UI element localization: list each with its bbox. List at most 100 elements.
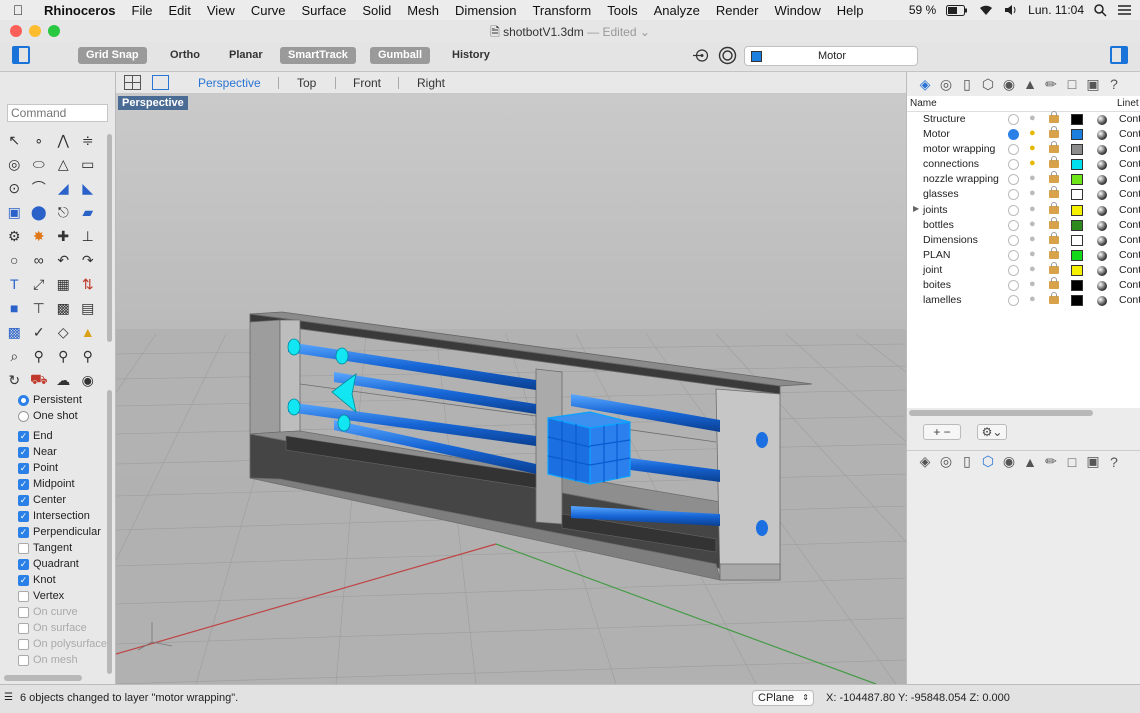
monitor-icon[interactable]: ▣ bbox=[1085, 76, 1101, 93]
camera-icon[interactable]: ◉ bbox=[1001, 76, 1017, 93]
layer-color-swatch[interactable] bbox=[1071, 295, 1083, 307]
material-icon[interactable] bbox=[1097, 235, 1107, 246]
layer-row[interactable]: ▶ joints ● Cont bbox=[907, 201, 1140, 218]
layer-linetype[interactable]: Cont bbox=[1119, 113, 1140, 125]
help-icon[interactable]: ? bbox=[1106, 76, 1122, 92]
layer-color-swatch[interactable] bbox=[1071, 159, 1083, 171]
planar-toggle[interactable]: Planar bbox=[221, 47, 271, 64]
osnap-scrollbar[interactable] bbox=[107, 390, 112, 674]
tab-top[interactable]: Top bbox=[297, 76, 316, 90]
layer-linetype[interactable]: Cont bbox=[1119, 234, 1140, 246]
camera-tool-icon[interactable]: ◉ bbox=[76, 368, 101, 392]
column-linetype[interactable]: Linet bbox=[1117, 98, 1139, 109]
layer-linetype[interactable]: Cont bbox=[1119, 173, 1140, 185]
split-tool-icon[interactable]: ⊥ bbox=[76, 224, 101, 248]
current-layer-radio[interactable] bbox=[1008, 295, 1019, 307]
current-layer-radio[interactable] bbox=[1008, 234, 1019, 246]
layers-icon[interactable]: ◈ bbox=[917, 453, 933, 470]
layer-row[interactable]: connections ● Cont bbox=[907, 156, 1140, 172]
layer-table-hscrollbar[interactable] bbox=[909, 410, 1093, 416]
move-tool-icon[interactable]: ⤢ bbox=[27, 272, 52, 296]
object-icon[interactable]: ⬡ bbox=[980, 76, 996, 93]
lightbulb-icon[interactable]: ● bbox=[1029, 112, 1036, 124]
material-icon[interactable] bbox=[1097, 265, 1107, 276]
ellipse-tool-icon[interactable]: ⬭ bbox=[27, 152, 52, 176]
check-tool-icon[interactable]: ✓ bbox=[27, 320, 52, 344]
extend-tool-icon[interactable]: ↷ bbox=[76, 248, 101, 272]
layer-color-swatch[interactable] bbox=[1071, 249, 1083, 261]
layer-linetype[interactable]: Cont bbox=[1119, 294, 1140, 306]
rectangle-tool-icon[interactable]: ▭ bbox=[76, 152, 101, 176]
viewport-canvas[interactable] bbox=[116, 94, 906, 684]
osnap-item[interactable]: Tangent bbox=[0, 540, 112, 556]
lightbulb-icon[interactable]: ● bbox=[1029, 233, 1036, 245]
lock-icon[interactable] bbox=[1049, 246, 1059, 259]
add-remove-layer-buttons[interactable]: + − bbox=[923, 424, 961, 440]
layer-linetype[interactable]: Cont bbox=[1119, 249, 1140, 261]
join-tool-icon[interactable]: ∞ bbox=[27, 248, 52, 272]
material-icon[interactable] bbox=[1097, 160, 1107, 171]
box-tool-icon[interactable]: ▣ bbox=[2, 200, 27, 224]
lightbulb-icon[interactable]: ● bbox=[1029, 263, 1036, 275]
render-icon[interactable]: ▲ bbox=[1022, 76, 1038, 92]
environment-tool-icon[interactable]: ☁ bbox=[51, 368, 76, 392]
array-tool-icon[interactable]: ▦ bbox=[51, 272, 76, 296]
current-layer-radio[interactable] bbox=[1008, 280, 1019, 292]
osnap-item[interactable]: ✓ Point bbox=[0, 460, 112, 476]
menu-transform[interactable]: Transform bbox=[524, 3, 599, 18]
material-icon[interactable] bbox=[1097, 145, 1107, 156]
display-icon[interactable]: □ bbox=[1064, 454, 1080, 470]
current-layer-radio[interactable] bbox=[1008, 174, 1019, 186]
ortho-toggle[interactable]: Ortho bbox=[162, 47, 208, 64]
filter-icon[interactable] bbox=[692, 47, 709, 64]
text-tool-icon[interactable]: T bbox=[2, 272, 27, 296]
layer-row[interactable]: Dimensions ● Cont bbox=[907, 231, 1140, 248]
single-view-layout-icon[interactable] bbox=[152, 75, 169, 90]
menu-dimension[interactable]: Dimension bbox=[447, 3, 524, 18]
car-tool-icon[interactable]: ⛟ bbox=[27, 368, 52, 392]
current-layer-radio[interactable] bbox=[1008, 144, 1019, 156]
lock-icon[interactable] bbox=[1049, 201, 1059, 214]
current-layer-radio[interactable] bbox=[1008, 114, 1019, 125]
monitor-icon[interactable]: ▣ bbox=[1085, 453, 1101, 470]
object-icon[interactable]: ⬡ bbox=[980, 453, 996, 470]
osnap-item[interactable]: ✓ Perpendicular bbox=[0, 524, 112, 540]
layer-row[interactable]: Structure ● Cont bbox=[907, 111, 1140, 127]
loft-tool-icon[interactable]: ◣ bbox=[76, 176, 101, 200]
osnap-item[interactable]: ✓ End bbox=[0, 428, 112, 444]
checkbox[interactable]: ✓ bbox=[18, 430, 29, 442]
solid-tool-icon[interactable]: ■ bbox=[2, 296, 27, 320]
zoom-selected-icon[interactable]: ⚲ bbox=[51, 344, 76, 368]
material-icon[interactable] bbox=[1097, 175, 1107, 186]
osnap-item[interactable]: ✓ Quadrant bbox=[0, 556, 112, 572]
notes-icon[interactable]: ✏ bbox=[1043, 76, 1059, 93]
lightbulb-icon[interactable]: ● bbox=[1029, 278, 1036, 290]
sphere-tool-icon[interactable]: ⬤ bbox=[27, 200, 52, 224]
material-icon[interactable] bbox=[1097, 190, 1107, 201]
checkbox[interactable]: ✓ bbox=[18, 494, 29, 506]
current-layer-radio[interactable] bbox=[1008, 159, 1019, 171]
point-tool-icon[interactable]: ∘ bbox=[27, 128, 52, 152]
lightbulb-icon[interactable]: ● bbox=[1029, 248, 1036, 260]
offset-tool-icon[interactable]: ↶ bbox=[51, 248, 76, 272]
layer-row[interactable]: glasses ● Cont bbox=[907, 186, 1140, 202]
help-icon[interactable]: ? bbox=[1106, 454, 1122, 470]
layer-linetype[interactable]: Cont bbox=[1119, 158, 1140, 170]
display-icon[interactable]: □ bbox=[1064, 76, 1080, 92]
layer-color-swatch[interactable] bbox=[1071, 280, 1083, 292]
plane-tool-icon[interactable]: ▰ bbox=[76, 200, 101, 224]
lock-icon[interactable] bbox=[1049, 141, 1059, 154]
menu-curve[interactable]: Curve bbox=[243, 3, 294, 18]
menu-analyze[interactable]: Analyze bbox=[646, 3, 708, 18]
smarttrack-toggle[interactable]: SmartTrack bbox=[280, 47, 356, 64]
layer-name[interactable]: joint bbox=[923, 264, 942, 276]
lightbulb-icon[interactable]: ● bbox=[1029, 157, 1036, 169]
layer-row[interactable]: motor wrapping ● Cont bbox=[907, 141, 1140, 157]
current-layer-radio[interactable] bbox=[1008, 189, 1019, 201]
osnap-item[interactable]: Vertex bbox=[0, 588, 112, 604]
checkbox[interactable]: ✓ bbox=[18, 558, 29, 570]
lightbulb-icon[interactable]: ● bbox=[1029, 293, 1036, 305]
checkbox[interactable]: ✓ bbox=[18, 510, 29, 522]
checkbox[interactable]: ✓ bbox=[18, 478, 29, 490]
column-name[interactable]: Name bbox=[910, 98, 937, 109]
